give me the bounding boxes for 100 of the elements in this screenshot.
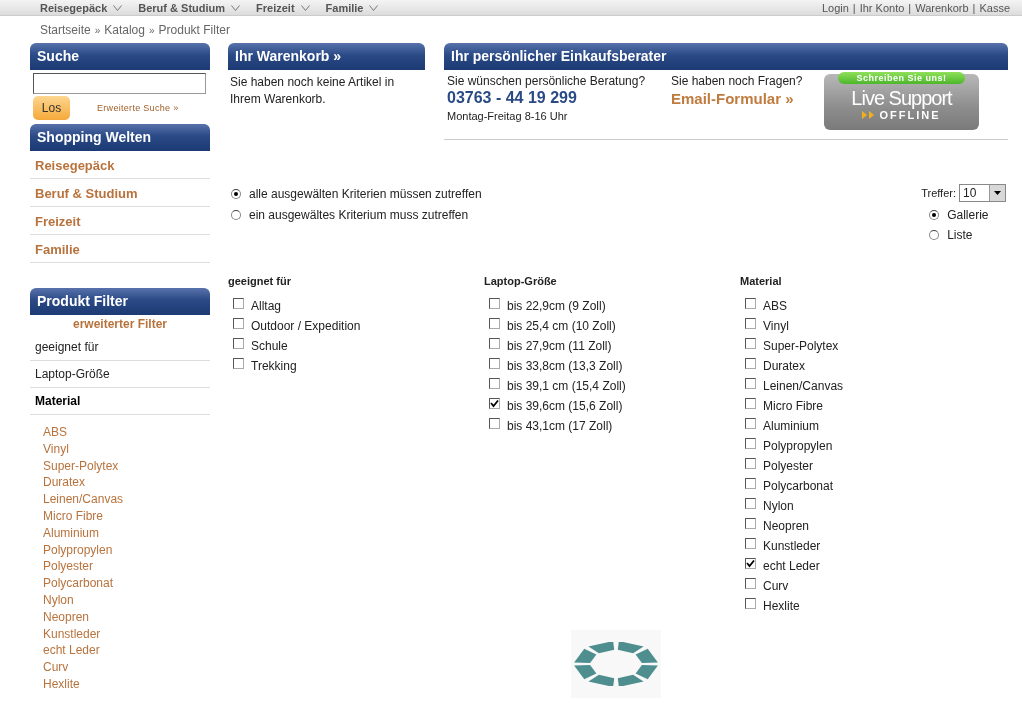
phone-number: 03763 - 44 19 299: [447, 88, 578, 108]
breadcrumb-link[interactable]: Startseite: [40, 23, 91, 37]
results-dropdown[interactable]: 10: [959, 184, 1006, 202]
account-link[interactable]: Login: [821, 1, 849, 14]
option-label: bis 25,4 cm (10 Zoll): [507, 319, 616, 333]
checkbox[interactable]: [745, 417, 756, 429]
radio-button[interactable]: [929, 210, 940, 220]
checkbox[interactable]: [745, 497, 756, 509]
results-label: Treffer:: [921, 187, 956, 199]
filter-value-link[interactable]: Neopren: [43, 608, 210, 626]
option-label: Liste: [947, 228, 973, 242]
category-menu[interactable]: Familie: [325, 1, 379, 14]
option-label: Gallerie: [947, 208, 989, 222]
checkbox[interactable]: [489, 337, 500, 349]
checkbox[interactable]: [745, 517, 756, 529]
advanced-search-link[interactable]: Erweiterte Suche »: [97, 103, 179, 113]
loading-spinner-icon: [572, 642, 660, 686]
breadcrumb-link[interactable]: Katalog: [104, 23, 145, 37]
filter-group-link[interactable]: Material: [30, 388, 210, 415]
checkbox[interactable]: [233, 337, 244, 349]
search-field[interactable]: [33, 73, 206, 94]
filter-value-link[interactable]: Micro Fibre: [43, 508, 210, 525]
checkbox[interactable]: [745, 557, 756, 569]
checkbox[interactable]: [745, 317, 756, 329]
filter-value-link[interactable]: echt Leder: [43, 642, 210, 660]
live-support-button[interactable]: Schreiben Sie uns! Live Support OFFLINE: [824, 74, 979, 130]
option-label: Duratex: [763, 359, 806, 373]
checkbox[interactable]: [489, 397, 500, 409]
opening-hours: Montag-Freitag 8-16 Uhr: [447, 109, 569, 124]
filter-group-link[interactable]: Laptop-Größe: [30, 361, 210, 388]
checkbox[interactable]: [489, 317, 500, 329]
filter-value-link[interactable]: Aluminium: [43, 524, 210, 542]
separator: »: [148, 25, 155, 36]
checkbox[interactable]: [489, 297, 500, 309]
option-label: bis 27,9cm (11 Zoll): [507, 339, 612, 353]
panel-header: Suche: [30, 43, 210, 70]
checkbox[interactable]: [233, 297, 244, 309]
caret-icon: [369, 4, 379, 11]
category-link[interactable]: Familie: [30, 235, 210, 263]
search-button[interactable]: Los: [33, 96, 70, 120]
checkbox[interactable]: [745, 597, 756, 609]
option-label: Polypropylen: [763, 439, 833, 453]
option-label: bis 39,1 cm (15,4 Zoll): [507, 379, 626, 393]
account-link[interactable]: Ihr Konto: [859, 1, 905, 14]
option-label: Vinyl: [763, 319, 789, 333]
status-text: OFFLINE: [879, 109, 941, 121]
checkbox[interactable]: [233, 357, 244, 369]
checkbox[interactable]: [745, 477, 756, 489]
filter-value-link[interactable]: Vinyl: [43, 440, 210, 458]
caret-icon: [300, 4, 310, 11]
checkbox[interactable]: [233, 317, 244, 329]
category-link[interactable]: Beruf & Studium: [30, 179, 210, 207]
checkbox[interactable]: [745, 297, 756, 309]
radio-button[interactable]: [231, 210, 241, 220]
account-link[interactable]: Kasse: [979, 1, 1010, 14]
filter-value-link[interactable]: Nylon: [43, 591, 210, 609]
checkbox[interactable]: [489, 417, 500, 429]
option-label: Outdoor / Expedition: [251, 319, 361, 333]
checkbox[interactable]: [489, 357, 500, 369]
option-label: Curv: [763, 579, 789, 593]
category-link[interactable]: Reisegepäck: [30, 151, 210, 179]
checkbox[interactable]: [745, 457, 756, 469]
checkbox[interactable]: [745, 357, 756, 369]
caret-icon: [113, 4, 123, 11]
option-label: Leinen/Canvas: [763, 379, 844, 393]
checkbox[interactable]: [745, 577, 756, 589]
advanced-filter-link[interactable]: erweiterter Filter: [30, 315, 210, 334]
filter-value-link[interactable]: Polyester: [43, 558, 210, 576]
filter-value-link[interactable]: Leinen/Canvas: [43, 491, 210, 508]
filter-value-link[interactable]: Polycarbonat: [43, 575, 210, 592]
radio-button[interactable]: [231, 189, 241, 199]
filter-value-link[interactable]: Curv: [43, 659, 210, 676]
option-label: Super-Polytex: [763, 339, 839, 353]
checkbox[interactable]: [489, 377, 500, 389]
filter-value-link[interactable]: Polypropylen: [43, 541, 210, 559]
separator: »: [94, 25, 101, 36]
radio-button[interactable]: [929, 230, 940, 240]
filter-group-link[interactable]: geeignet für: [30, 334, 210, 361]
filter-value-link[interactable]: Duratex: [43, 474, 210, 492]
category-menu[interactable]: Reisegepäck: [40, 1, 123, 14]
checkbox[interactable]: [745, 377, 756, 389]
checkbox[interactable]: [745, 397, 756, 409]
category-menu[interactable]: Beruf & Studium: [138, 1, 241, 14]
filter-value-link[interactable]: ABS: [43, 424, 210, 441]
filter-value-link[interactable]: Kunstleder: [43, 625, 210, 643]
option-label: alle ausgewälten Kriterien müssen zutreffen: [249, 187, 482, 201]
breadcrumb-link[interactable]: Produkt Filter: [158, 23, 230, 37]
account-link[interactable]: Warenkorb: [915, 1, 969, 14]
option-label: Schule: [251, 339, 288, 353]
category-menu[interactable]: Freizeit: [256, 1, 310, 14]
checkbox[interactable]: [745, 437, 756, 449]
checkbox[interactable]: [745, 337, 756, 349]
email-form-link[interactable]: Email-Formular »: [671, 88, 824, 110]
checkbox[interactable]: [745, 537, 756, 549]
category-link[interactable]: Freizeit: [30, 207, 210, 235]
live-support-title: Live Support: [851, 87, 952, 109]
filter-heading: geeignet für: [228, 275, 292, 287]
filter-value-link[interactable]: Super-Polytex: [43, 457, 210, 475]
filter-value-link[interactable]: Hexlite: [43, 675, 210, 693]
caret-icon: [231, 4, 241, 11]
